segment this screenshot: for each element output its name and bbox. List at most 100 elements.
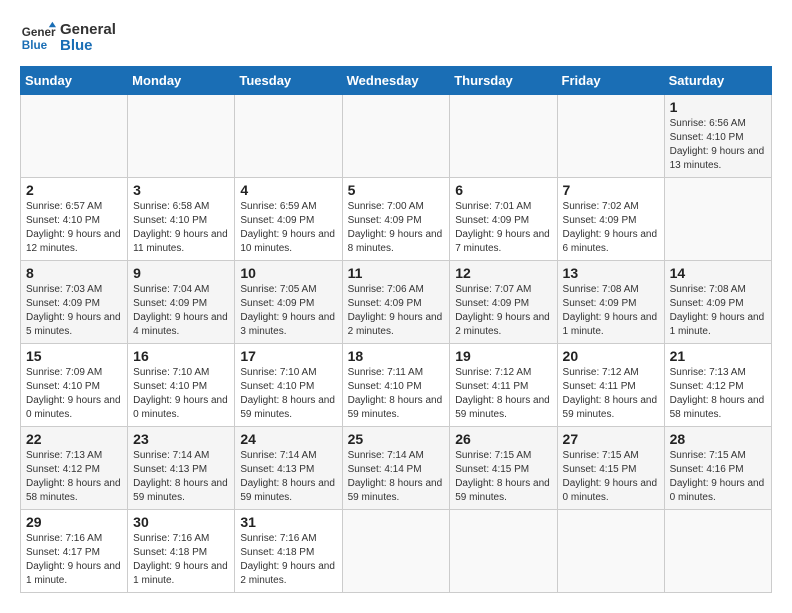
calendar-week-row: 15Sunrise: 7:09 AMSunset: 4:10 PMDayligh… bbox=[21, 344, 772, 427]
day-number: 11 bbox=[348, 265, 445, 281]
empty-cell bbox=[664, 178, 771, 261]
calendar-day: 11 Sunrise: 7:06 AMSunset: 4:09 PMDayligh… bbox=[342, 261, 450, 344]
logo-general: General bbox=[60, 22, 116, 39]
day-info: Sunrise: 7:01 AMSunset: 4:09 PMDaylight:… bbox=[455, 201, 550, 254]
day-info: Sunrise: 7:00 AMSunset: 4:09 PMDaylight:… bbox=[348, 201, 443, 254]
svg-text:Blue: Blue bbox=[22, 39, 48, 52]
day-info: Sunrise: 7:16 AMSunset: 4:17 PMDaylight:… bbox=[26, 533, 121, 586]
svg-text:General: General bbox=[22, 26, 56, 39]
calendar-day: 3Sunrise: 6:58 AMSunset: 4:10 PMDaylight… bbox=[128, 178, 235, 261]
calendar-day: 7Sunrise: 7:02 AMSunset: 4:09 PMDaylight… bbox=[557, 178, 664, 261]
day-info: Sunrise: 7:15 AMSunset: 4:15 PMDaylight:… bbox=[455, 450, 550, 503]
calendar-day: 2 Sunrise: 6:57 AMSunset: 4:10 PMDaylight… bbox=[21, 178, 128, 261]
day-info: Sunrise: 7:14 AMSunset: 4:13 PMDaylight:… bbox=[240, 450, 335, 503]
day-info: Sunrise: 7:09 AMSunset: 4:10 PMDaylight:… bbox=[26, 367, 121, 420]
calendar-day: 25Sunrise: 7:14 AMSunset: 4:14 PMDayligh… bbox=[342, 427, 450, 510]
empty-cell bbox=[450, 510, 557, 593]
calendar-header-row: SundayMondayTuesdayWednesdayThursdayFrid… bbox=[21, 67, 772, 95]
day-info: Sunrise: 7:02 AMSunset: 4:09 PMDaylight:… bbox=[563, 201, 658, 254]
day-number: 20 bbox=[563, 348, 659, 364]
day-number: 12 bbox=[455, 265, 551, 281]
calendar-week-row: 29 Sunrise: 7:16 AMSunset: 4:17 PMDayligh… bbox=[21, 510, 772, 593]
day-info: Sunrise: 6:57 AMSunset: 4:10 PMDaylight:… bbox=[26, 201, 121, 254]
day-number: 22 bbox=[26, 431, 122, 447]
calendar-day: 12Sunrise: 7:07 AMSunset: 4:09 PMDayligh… bbox=[450, 261, 557, 344]
day-number: 23 bbox=[133, 431, 229, 447]
empty-cell bbox=[128, 95, 235, 178]
day-info: Sunrise: 7:15 AMSunset: 4:16 PMDaylight:… bbox=[670, 450, 765, 503]
logo: General Blue General Blue bbox=[20, 20, 116, 56]
calendar-day: 29 Sunrise: 7:16 AMSunset: 4:17 PMDayligh… bbox=[21, 510, 128, 593]
header-friday: Friday bbox=[557, 67, 664, 95]
day-info: Sunrise: 7:14 AMSunset: 4:13 PMDaylight:… bbox=[133, 450, 228, 503]
calendar-week-row: 8 Sunrise: 7:03 AMSunset: 4:09 PMDaylight… bbox=[21, 261, 772, 344]
day-info: Sunrise: 7:16 AMSunset: 4:18 PMDaylight:… bbox=[240, 533, 335, 586]
day-info: Sunrise: 7:08 AMSunset: 4:09 PMDaylight:… bbox=[563, 284, 658, 337]
calendar-day: 8 Sunrise: 7:03 AMSunset: 4:09 PMDaylight… bbox=[21, 261, 128, 344]
empty-cell bbox=[342, 95, 450, 178]
logo-icon: General Blue bbox=[20, 20, 56, 56]
calendar-day: 18 Sunrise: 7:11 AMSunset: 4:10 PMDayligh… bbox=[342, 344, 450, 427]
day-number: 13 bbox=[563, 265, 659, 281]
header: General Blue General Blue bbox=[20, 20, 772, 56]
calendar-day: 14 Sunrise: 7:08 AMSunset: 4:09 PMDayligh… bbox=[664, 261, 771, 344]
calendar-day: 30Sunrise: 7:16 AMSunset: 4:18 PMDayligh… bbox=[128, 510, 235, 593]
day-number: 2 bbox=[26, 182, 122, 198]
header-thursday: Thursday bbox=[450, 67, 557, 95]
day-number: 4 bbox=[240, 182, 336, 198]
calendar-day: 10Sunrise: 7:05 AMSunset: 4:09 PMDayligh… bbox=[235, 261, 342, 344]
calendar-day: 27Sunrise: 7:15 AMSunset: 4:15 PMDayligh… bbox=[557, 427, 664, 510]
day-number: 5 bbox=[348, 182, 445, 198]
day-info: Sunrise: 7:05 AMSunset: 4:09 PMDaylight:… bbox=[240, 284, 335, 337]
calendar-day: 9Sunrise: 7:04 AMSunset: 4:09 PMDaylight… bbox=[128, 261, 235, 344]
calendar-day: 13 Sunrise: 7:08 AMSunset: 4:09 PMDayligh… bbox=[557, 261, 664, 344]
day-info: Sunrise: 7:03 AMSunset: 4:09 PMDaylight:… bbox=[26, 284, 121, 337]
calendar-day: 20 Sunrise: 7:12 AMSunset: 4:11 PMDayligh… bbox=[557, 344, 664, 427]
day-number: 19 bbox=[455, 348, 551, 364]
calendar-day: 28 Sunrise: 7:15 AMSunset: 4:16 PMDayligh… bbox=[664, 427, 771, 510]
day-info: Sunrise: 6:59 AMSunset: 4:09 PMDaylight:… bbox=[240, 201, 335, 254]
day-number: 28 bbox=[670, 431, 766, 447]
day-number: 3 bbox=[133, 182, 229, 198]
day-number: 16 bbox=[133, 348, 229, 364]
header-monday: Monday bbox=[128, 67, 235, 95]
empty-cell bbox=[342, 510, 450, 593]
calendar-day: 22Sunrise: 7:13 AMSunset: 4:12 PMDayligh… bbox=[21, 427, 128, 510]
day-number: 9 bbox=[133, 265, 229, 281]
calendar-day: 16Sunrise: 7:10 AMSunset: 4:10 PMDayligh… bbox=[128, 344, 235, 427]
empty-cell bbox=[664, 510, 771, 593]
header-tuesday: Tuesday bbox=[235, 67, 342, 95]
day-number: 21 bbox=[670, 348, 766, 364]
day-info: Sunrise: 7:12 AMSunset: 4:11 PMDaylight:… bbox=[563, 367, 658, 420]
empty-cell bbox=[21, 95, 128, 178]
empty-cell bbox=[450, 95, 557, 178]
calendar-day: 6 Sunrise: 7:01 AMSunset: 4:09 PMDaylight… bbox=[450, 178, 557, 261]
calendar-day: 31 Sunrise: 7:16 AMSunset: 4:18 PMDayligh… bbox=[235, 510, 342, 593]
day-info: Sunrise: 7:11 AMSunset: 4:10 PMDaylight:… bbox=[348, 367, 443, 420]
day-number: 29 bbox=[26, 514, 122, 530]
day-number: 18 bbox=[348, 348, 445, 364]
header-saturday: Saturday bbox=[664, 67, 771, 95]
calendar-day: 26 Sunrise: 7:15 AMSunset: 4:15 PMDayligh… bbox=[450, 427, 557, 510]
day-info: Sunrise: 7:12 AMSunset: 4:11 PMDaylight:… bbox=[455, 367, 550, 420]
calendar-table: SundayMondayTuesdayWednesdayThursdayFrid… bbox=[20, 66, 772, 593]
calendar-day: 17Sunrise: 7:10 AMSunset: 4:10 PMDayligh… bbox=[235, 344, 342, 427]
day-number: 24 bbox=[240, 431, 336, 447]
day-number: 1 bbox=[670, 99, 766, 115]
day-number: 8 bbox=[26, 265, 122, 281]
calendar-day: 23 Sunrise: 7:14 AMSunset: 4:13 PMDayligh… bbox=[128, 427, 235, 510]
day-number: 26 bbox=[455, 431, 551, 447]
day-number: 14 bbox=[670, 265, 766, 281]
calendar-week-row: 1 Sunrise: 6:56 AMSunset: 4:10 PMDaylight… bbox=[21, 95, 772, 178]
calendar-week-row: 2 Sunrise: 6:57 AMSunset: 4:10 PMDaylight… bbox=[21, 178, 772, 261]
day-info: Sunrise: 7:06 AMSunset: 4:09 PMDaylight:… bbox=[348, 284, 443, 337]
day-info: Sunrise: 6:56 AMSunset: 4:10 PMDaylight:… bbox=[670, 118, 765, 171]
day-number: 31 bbox=[240, 514, 336, 530]
day-info: Sunrise: 7:08 AMSunset: 4:09 PMDaylight:… bbox=[670, 284, 765, 337]
day-info: Sunrise: 7:13 AMSunset: 4:12 PMDaylight:… bbox=[670, 367, 765, 420]
day-number: 6 bbox=[455, 182, 551, 198]
logo-blue: Blue bbox=[60, 38, 116, 55]
empty-cell bbox=[557, 95, 664, 178]
calendar-day: 21 Sunrise: 7:13 AMSunset: 4:12 PMDayligh… bbox=[664, 344, 771, 427]
day-info: Sunrise: 7:15 AMSunset: 4:15 PMDaylight:… bbox=[563, 450, 658, 503]
